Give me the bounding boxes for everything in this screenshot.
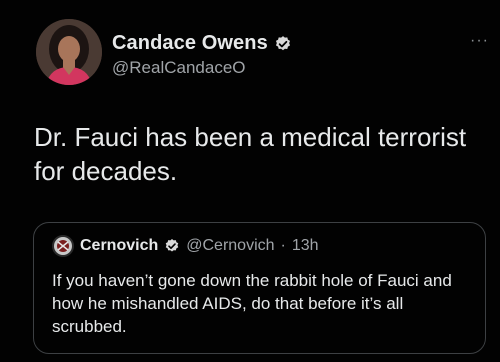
quoted-tweet-text: If you haven’t gone down the rabbit hole… <box>52 271 452 336</box>
tweet-card: Candace Owens @RealCandaceO ··· Dr. Fauc… <box>0 0 500 362</box>
profile-photo-icon <box>52 235 74 257</box>
separator-dot: · <box>280 237 286 254</box>
more-options-icon[interactable]: ··· <box>470 32 489 50</box>
author-handle[interactable]: @RealCandaceO <box>112 58 246 78</box>
quoted-author-avatar[interactable] <box>52 235 74 257</box>
author-display-name[interactable]: Candace Owens <box>112 32 268 55</box>
quoted-tweet-timestamp[interactable]: 13h <box>292 237 319 255</box>
author-avatar[interactable] <box>36 19 102 85</box>
quoted-author-name[interactable]: Cernovich <box>80 237 158 255</box>
quoted-author-handle[interactable]: @Cernovich <box>186 237 274 255</box>
author-name-row: Candace Owens <box>112 32 292 55</box>
verified-badge-icon <box>164 238 180 254</box>
quoted-tweet[interactable]: Cernovich @Cernovich · 13h If you haven’… <box>33 222 486 354</box>
quoted-tweet-header: Cernovich @Cernovich · 13h <box>52 235 319 257</box>
profile-photo-icon <box>36 19 102 85</box>
verified-badge-icon <box>274 35 292 53</box>
tweet-text: Dr. Fauci has been a medical terrorist f… <box>34 122 467 186</box>
